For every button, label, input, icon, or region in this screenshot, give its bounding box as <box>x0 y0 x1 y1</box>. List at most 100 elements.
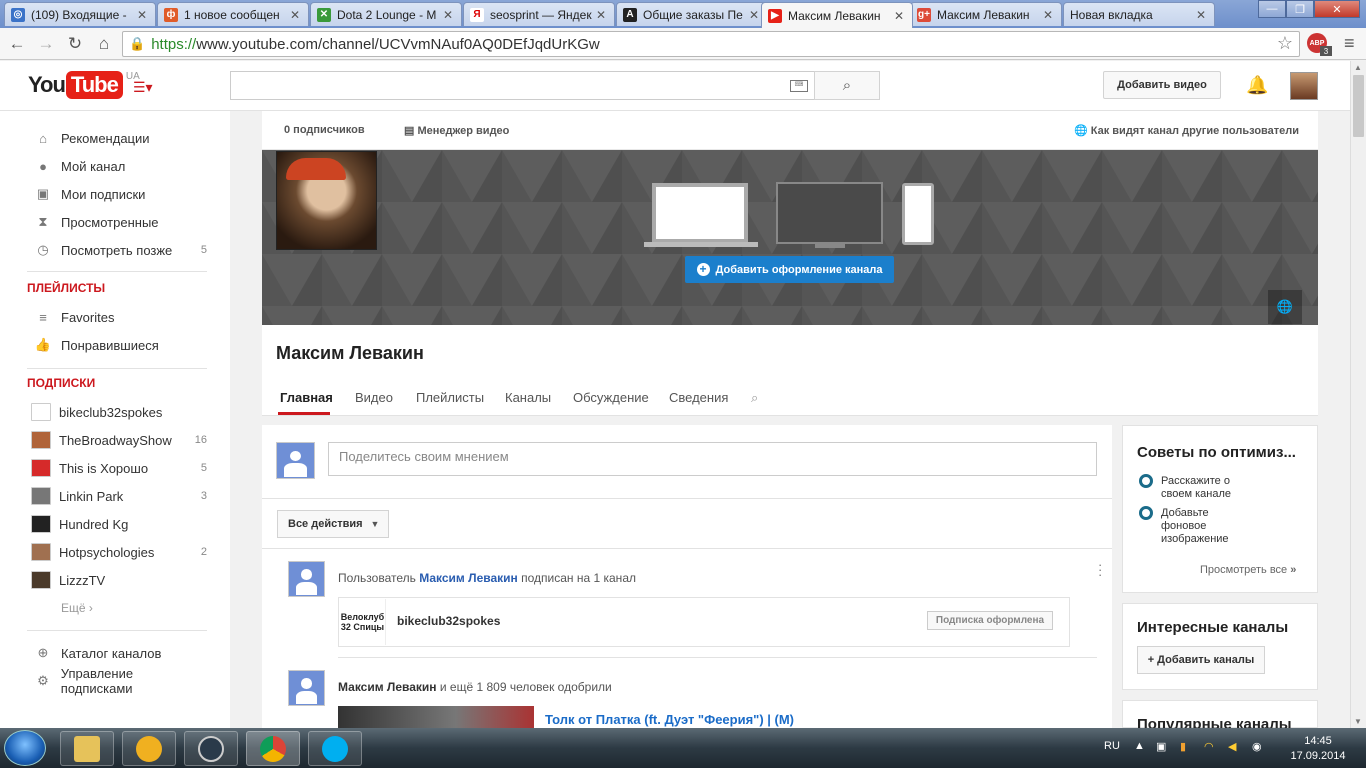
browser-tab[interactable]: ✕ Dota 2 Lounge - М ✕ <box>310 2 462 26</box>
tab-channels[interactable]: Каналы <box>505 390 551 405</box>
back-icon[interactable]: ← <box>5 32 29 56</box>
tab-favicon-icon: ✕ <box>317 7 331 22</box>
youtube-logo[interactable]: You Tube UA <box>28 71 140 99</box>
tab-close-icon[interactable]: ✕ <box>441 8 455 22</box>
page-scrollbar[interactable]: ▲ ▼ <box>1350 61 1366 728</box>
browser-tab[interactable]: ◎ (109) Входящие - ✕ <box>4 2 156 26</box>
sidebar-subscription-item[interactable]: TheBroadwayShow 16 <box>27 426 207 454</box>
activity-avatar[interactable] <box>288 561 325 597</box>
video-title-link[interactable]: Толк от Платка (ft. Дуэт "Феерия") | (M) <box>545 712 794 727</box>
channel-links-icon[interactable]: 🌐 <box>1268 290 1302 324</box>
subscribed-button[interactable]: Подписка оформлена <box>927 611 1053 630</box>
sidebar-item[interactable]: ⧗ Просмотренные <box>27 208 207 236</box>
wifi-icon[interactable]: ◠ <box>1204 740 1214 753</box>
tab-home[interactable]: Главная <box>280 390 333 405</box>
browser-menu-icon[interactable]: ≡ <box>1344 33 1355 54</box>
address-bar[interactable]: 🔒 https:// www.youtube.com/channel/UCVvm… <box>122 31 1300 57</box>
browser-tab[interactable]: Новая вкладка ✕ <box>1063 2 1215 26</box>
notifications-bell-icon[interactable]: 🔔 <box>1246 75 1268 96</box>
upload-button[interactable]: Добавить видео <box>1103 71 1221 99</box>
sidebar-more-link[interactable]: Ещё › <box>61 601 93 615</box>
sidebar-subscription-item[interactable]: Hotpsychologies 2 <box>27 538 207 566</box>
tab-close-icon[interactable]: ✕ <box>1041 8 1055 22</box>
steam-taskbar-icon[interactable] <box>184 731 238 766</box>
browser-tab[interactable]: g+ Максим Левакин ✕ <box>910 2 1062 26</box>
tab-close-icon[interactable]: ✕ <box>747 8 761 22</box>
close-window-button[interactable]: ✕ <box>1314 0 1360 18</box>
sidebar-subscription-item[interactable]: Hundred Kg <box>27 510 207 538</box>
keyboard-icon[interactable]: ⌨ <box>790 80 808 92</box>
browser-tab[interactable]: Яseosprint — Яндек ✕ <box>463 2 615 26</box>
tab-close-icon[interactable]: ✕ <box>1194 8 1208 22</box>
steam-alt-taskbar-icon[interactable] <box>122 731 176 766</box>
sidebar-subscription-item[interactable]: bikeclub32spokes <box>27 398 207 426</box>
browser-tab[interactable]: A Общие заказы Пе ✕ <box>616 2 768 26</box>
activity-avatar[interactable] <box>288 670 325 706</box>
activity-filter-dropdown[interactable]: Все действия ▼ <box>277 510 389 538</box>
list-icon: ≡ <box>39 309 47 325</box>
tray-expand-icon[interactable]: ▲ <box>1134 740 1145 752</box>
tab-close-icon[interactable]: ✕ <box>892 9 906 23</box>
forward-icon[interactable]: → <box>34 32 58 56</box>
search-input[interactable]: ⌨ <box>230 71 815 100</box>
maximize-button[interactable]: ❐ <box>1286 0 1314 18</box>
sidebar-playlist-item[interactable]: ≡ Favorites <box>27 303 207 331</box>
comment-input[interactable]: Поделитесь своим мнением <box>328 442 1097 476</box>
scroll-up-icon[interactable]: ▲ <box>1354 63 1362 72</box>
add-channel-art-button[interactable]: + Добавить оформление канала <box>685 256 894 283</box>
language-indicator[interactable]: RU <box>1104 740 1120 752</box>
account-avatar[interactable] <box>1290 72 1318 100</box>
tab-close-icon[interactable]: ✕ <box>288 8 302 22</box>
tray-app-icon[interactable]: ▣ <box>1156 740 1166 753</box>
browser-tab[interactable]: ф 1 новое сообщен ✕ <box>157 2 309 26</box>
skype-taskbar-icon[interactable] <box>308 731 362 766</box>
windows-start-icon[interactable] <box>4 730 46 766</box>
home-icon[interactable]: ⌂ <box>92 32 116 56</box>
tab-playlists[interactable]: Плейлисты <box>416 390 484 405</box>
sidebar-item[interactable]: ▣ Мои подписки <box>27 180 207 208</box>
scroll-thumb[interactable] <box>1353 75 1364 137</box>
volume-icon[interactable]: ◀ <box>1228 740 1236 753</box>
guide-menu-icon[interactable]: ☰▾ <box>133 79 153 96</box>
minimize-button[interactable]: — <box>1258 0 1286 18</box>
tip-item[interactable]: Добавьте фоновое изображение <box>1161 507 1231 546</box>
sidebar-subscription-item[interactable]: This is Хорошо 5 <box>27 454 207 482</box>
explorer-taskbar-icon[interactable] <box>60 731 114 766</box>
add-channels-button[interactable]: + Добавить каналы <box>1137 646 1265 674</box>
steam-tray-icon[interactable]: ◉ <box>1252 740 1262 753</box>
sidebar-item[interactable]: ⌂ Рекомендации <box>27 124 207 152</box>
search-button[interactable]: ⌕ <box>814 71 880 100</box>
sidebar-item[interactable]: ● Мой канал <box>27 152 207 180</box>
sidebar-item[interactable]: ◷ Посмотреть позже 5 <box>27 236 207 264</box>
bikeclub-logo[interactable]: Велоклуб 32 Спицы <box>340 599 386 645</box>
tab-title: 1 новое сообщен <box>184 7 280 22</box>
sidebar-footer-item[interactable]: ⚙ Управление подписками <box>27 666 207 696</box>
activity-user-link[interactable]: Максим Левакин <box>338 680 437 694</box>
activity-user-link[interactable]: Максим Левакин <box>419 571 518 585</box>
tab-about[interactable]: Сведения <box>669 390 728 405</box>
activity-menu-icon[interactable]: · · · <box>1098 558 1102 581</box>
view-all-tips-link[interactable]: Просмотреть все » <box>1200 564 1296 576</box>
reload-icon[interactable]: ↻ <box>63 32 87 56</box>
subscription-channel-name[interactable]: bikeclub32spokes <box>397 614 500 628</box>
browser-toolbar: ← → ↻ ⌂ 🔒 https:// www.youtube.com/chann… <box>0 28 1366 60</box>
tab-close-icon[interactable]: ✕ <box>135 8 149 22</box>
tab-discussion[interactable]: Обсуждение <box>573 390 649 405</box>
browser-tab[interactable]: ▶ Максим Левакин ✕ <box>761 2 913 28</box>
sidebar-footer-item[interactable]: ⊕ Каталог каналов <box>27 639 207 667</box>
tab-close-icon[interactable]: ✕ <box>594 8 608 22</box>
video-manager-link[interactable]: ▤ Менеджер видео <box>404 124 509 137</box>
sidebar-subscription-item[interactable]: LizzzTV <box>27 566 207 594</box>
chrome-taskbar-icon[interactable] <box>246 731 300 766</box>
tab-videos[interactable]: Видео <box>355 390 393 405</box>
tip-item[interactable]: Расскажите о своем канале <box>1161 475 1251 501</box>
tray-utility-icon[interactable]: ▮ <box>1180 740 1186 753</box>
channel-search-icon[interactable]: ⌕ <box>751 390 758 406</box>
video-thumbnail[interactable] <box>338 706 534 728</box>
system-clock[interactable]: 14:45 17.09.2014 <box>1288 734 1348 764</box>
sidebar-playlist-item[interactable]: 👍 Понравившиеся <box>27 331 207 359</box>
view-as-link[interactable]: 🌐 Как видят канал другие пользователи <box>1074 124 1299 137</box>
scroll-down-icon[interactable]: ▼ <box>1354 717 1362 726</box>
sidebar-subscription-item[interactable]: Linkin Park 3 <box>27 482 207 510</box>
bookmark-star-icon[interactable]: ☆ <box>1277 33 1293 54</box>
